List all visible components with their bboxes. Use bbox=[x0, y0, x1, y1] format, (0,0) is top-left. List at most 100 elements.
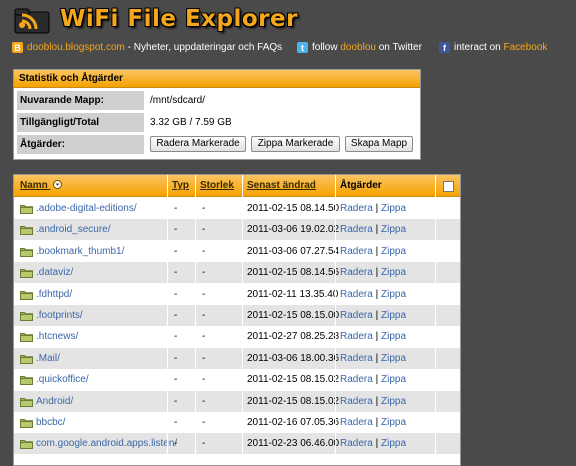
space-value: 3.32 GB / 7.59 GB bbox=[150, 117, 232, 128]
table-row[interactable]: .dataviz/ - - 2011-02-15 08.14.56 Radera | Z… bbox=[14, 262, 460, 284]
file-name-link[interactable]: .adobe-digital-editions/ bbox=[36, 198, 137, 219]
table-row[interactable]: Android/ - - 2011-02-15 08.15.02 Radera | Zi… bbox=[14, 390, 460, 412]
zip-link[interactable]: Zippa bbox=[381, 203, 406, 214]
file-size: - bbox=[202, 203, 206, 214]
file-name-link[interactable]: .quickoffice/ bbox=[36, 369, 89, 390]
column-header-modified[interactable]: Senast ändrad bbox=[247, 175, 316, 196]
delete-link[interactable]: Radera bbox=[340, 396, 373, 407]
file-name-link[interactable]: .bookmark_thumb1/ bbox=[36, 241, 124, 262]
file-table: .adobe-digital-editions/ - - 2011-02-15 08.… bbox=[13, 174, 461, 466]
facebook-item: f interact on Facebook bbox=[439, 42, 547, 53]
file-name-link[interactable]: .Mail/ bbox=[36, 348, 60, 369]
file-modified: 2011-02-15 08.14.56 bbox=[247, 267, 340, 279]
file-modified: 2011-03-06 07.27.54 bbox=[247, 245, 340, 257]
folder-icon bbox=[20, 247, 33, 257]
file-modified: 2011-02-15 08.14.50 bbox=[247, 203, 340, 214]
delete-link[interactable]: Radera bbox=[340, 267, 373, 278]
row-actions: Radera | Zippa bbox=[340, 198, 406, 219]
current-folder-row: Nuvarande Mapp: /mnt/sdcard/ bbox=[17, 91, 417, 110]
create-folder-button[interactable]: Skapa Mapp bbox=[345, 136, 413, 152]
action-separator: | bbox=[375, 374, 379, 386]
app-header: WiFi File Explorer bbox=[0, 0, 576, 40]
table-row[interactable]: .adobe-digital-editions/ - - 2011-02-15 08.… bbox=[14, 198, 460, 219]
action-separator: | bbox=[375, 310, 379, 321]
delete-link[interactable]: Radera bbox=[340, 353, 373, 364]
zip-link[interactable]: Zippa bbox=[381, 289, 406, 300]
actions-label: Åtgärder: bbox=[17, 135, 144, 154]
action-separator: | bbox=[375, 417, 379, 428]
file-modified: 2011-02-15 08.15.00 bbox=[247, 310, 340, 321]
file-size: - bbox=[202, 310, 206, 321]
table-row[interactable]: com.google.android.apps.listen/- -2011-02… bbox=[14, 433, 460, 455]
file-name-link[interactable]: com.google.android.apps.listen/ bbox=[36, 433, 177, 454]
column-header-size[interactable]: Storlek bbox=[200, 175, 234, 196]
delete-link[interactable]: Radera bbox=[340, 310, 373, 321]
file-modified: 2011-02-15 08.15.02 bbox=[247, 395, 340, 407]
blogger-icon[interactable]: B bbox=[12, 42, 23, 53]
table-row[interactable]: bbcbc/ - - 2011-02-16 07.05.36 Radera | Zipp… bbox=[14, 412, 460, 433]
facebook-icon[interactable]: f bbox=[439, 42, 450, 53]
table-row[interactable]: .htcnews/ - - 2011-02-27 08.25.28 Radera | Z… bbox=[14, 326, 460, 347]
folder-icon bbox=[20, 354, 33, 364]
delete-selected-button[interactable]: Radera Markerade bbox=[150, 136, 246, 152]
file-name-link[interactable]: Android/ bbox=[36, 391, 73, 412]
zip-link[interactable]: Zippa bbox=[381, 396, 406, 407]
table-row[interactable]: .quickoffice/ - - 2011-02-15 08.15.02 Radera… bbox=[14, 369, 460, 390]
table-row[interactable]: .android_secure/ - - 2011-03-06 19.02.02 Rad… bbox=[14, 219, 460, 241]
file-size: - bbox=[202, 331, 206, 343]
action-separator: | bbox=[375, 331, 379, 343]
delete-link[interactable]: Radera bbox=[340, 246, 373, 257]
delete-link[interactable]: Radera bbox=[340, 224, 373, 235]
zip-link[interactable]: Zippa bbox=[381, 267, 406, 278]
file-size: - bbox=[202, 438, 206, 450]
file-name-link[interactable]: .htcnews/ bbox=[36, 326, 78, 347]
twitter-icon[interactable]: t bbox=[297, 42, 308, 53]
blog-link[interactable]: dooblou.blogspot.com bbox=[27, 42, 125, 53]
file-type: - bbox=[174, 203, 178, 214]
zip-link[interactable]: Zippa bbox=[381, 438, 406, 449]
facebook-link[interactable]: Facebook bbox=[503, 42, 547, 53]
row-actions: Radera | Zippa bbox=[340, 433, 406, 454]
folder-icon bbox=[20, 440, 33, 450]
sort-down-icon[interactable] bbox=[52, 180, 62, 189]
column-header-name[interactable]: Namn bbox=[20, 175, 62, 196]
file-name-link[interactable]: .android_secure/ bbox=[36, 219, 111, 240]
delete-link[interactable]: Radera bbox=[340, 417, 373, 428]
delete-link[interactable]: Radera bbox=[340, 331, 373, 342]
action-separator: | bbox=[375, 395, 379, 407]
zip-link[interactable]: Zippa bbox=[381, 310, 406, 321]
table-row[interactable]: .Mail/ - - 2011-03-06 18.00.36 Radera | Zipp… bbox=[14, 347, 460, 369]
zip-link[interactable]: Zippa bbox=[381, 374, 406, 385]
folder-icon bbox=[20, 312, 33, 321]
zip-link[interactable]: Zippa bbox=[381, 417, 406, 428]
zip-link[interactable]: Zippa bbox=[381, 353, 406, 364]
zip-link[interactable]: Zippa bbox=[381, 331, 406, 342]
column-header-type[interactable]: Typ bbox=[172, 175, 189, 196]
twitter-post-text: on Twitter bbox=[375, 42, 422, 53]
wifi-folder-logo-icon bbox=[14, 8, 50, 34]
table-row[interactable]: .fdhttpd/ - - 2011-02-11 13.35.40 Radera | Z… bbox=[14, 284, 460, 305]
delete-link[interactable]: Radera bbox=[340, 374, 373, 385]
file-name-link[interactable]: bbcbc/ bbox=[36, 412, 65, 433]
row-actions: Radera | Zippa bbox=[340, 219, 406, 240]
delete-link[interactable]: Radera bbox=[340, 203, 373, 214]
delete-link[interactable]: Radera bbox=[340, 289, 373, 300]
table-row[interactable]: .footprints/ - - 2011-02-15 08.15.00 Radera … bbox=[14, 305, 460, 326]
file-modified: 2011-03-06 18.00.36 bbox=[247, 352, 340, 364]
file-type: - bbox=[174, 374, 178, 386]
file-name-link[interactable]: .dataviz/ bbox=[36, 262, 73, 283]
zip-link[interactable]: Zippa bbox=[381, 246, 406, 257]
file-modified: 2011-02-23 06.46.00 bbox=[247, 438, 340, 450]
file-name-link[interactable]: .footprints/ bbox=[36, 305, 83, 326]
twitter-link[interactable]: dooblou bbox=[340, 42, 376, 53]
table-row[interactable]: .bookmark_thumb1/ - - 2011-03-06 07.27.54 Ra… bbox=[14, 241, 460, 262]
folder-icon bbox=[20, 419, 33, 428]
delete-link[interactable]: Radera bbox=[340, 438, 373, 449]
action-separator: | bbox=[375, 267, 379, 279]
zip-link[interactable]: Zippa bbox=[381, 224, 406, 235]
current-folder-label: Nuvarande Mapp: bbox=[17, 91, 144, 110]
zip-selected-button[interactable]: Zippa Markerade bbox=[251, 136, 340, 152]
stats-title: Statistik och Åtgärder bbox=[14, 70, 420, 88]
file-name-link[interactable]: .fdhttpd/ bbox=[36, 284, 72, 305]
select-all-checkbox[interactable] bbox=[443, 181, 454, 192]
